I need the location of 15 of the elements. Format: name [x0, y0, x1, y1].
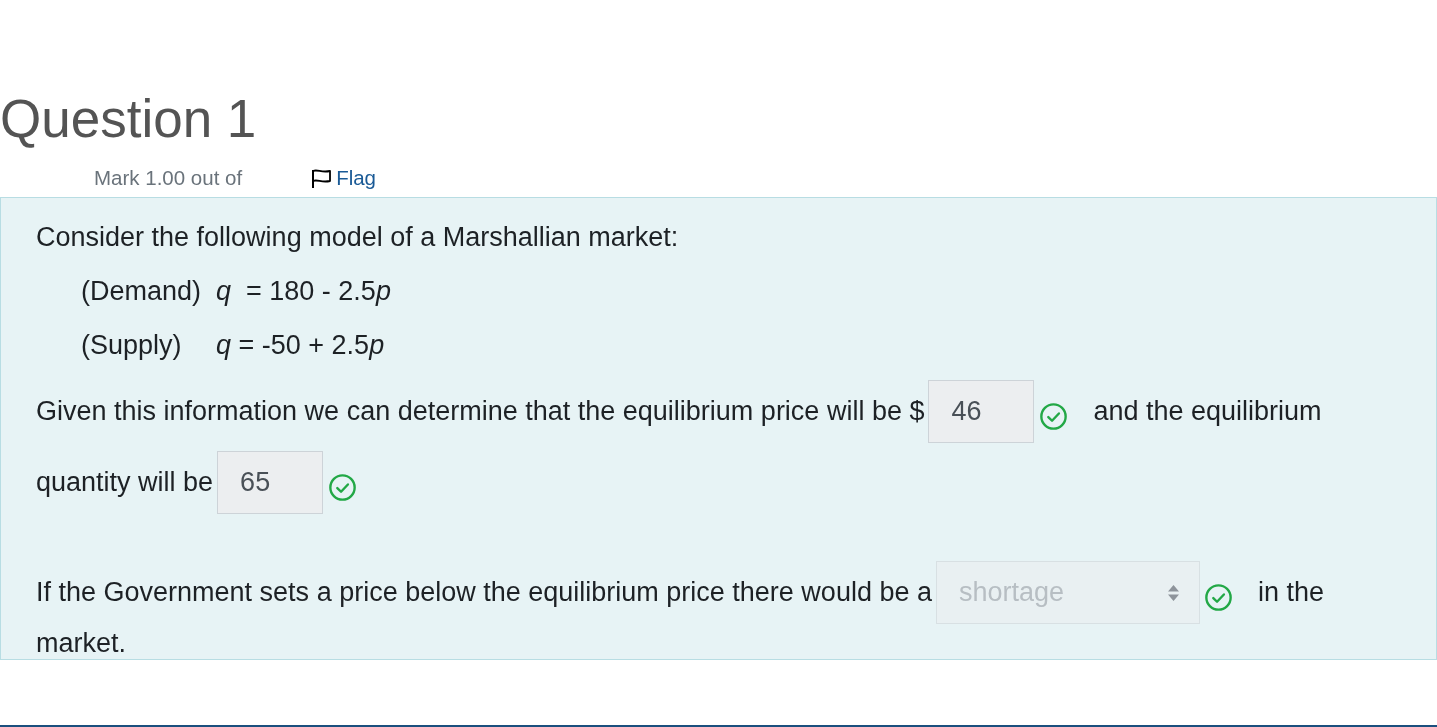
question-text: Consider the following model of a Marshallian market:: [36, 221, 679, 254]
flag-link[interactable]: Flag: [311, 166, 377, 190]
question-text: quantity will be: [36, 467, 214, 498]
question-text: If the Government sets a price below the equilibrium price there would be a: [36, 577, 932, 608]
equation-label: (Supply): [81, 329, 182, 362]
question-text: and the equilibrium: [1093, 396, 1322, 427]
equation-label: (Demand): [81, 275, 202, 308]
question-text: market.: [36, 628, 127, 659]
equation-formula: q = -50 + 2.5p: [216, 329, 385, 362]
question-text: Given this information we can determine that the equilibrium price will be $: [36, 396, 925, 427]
mark-text: Mark 1.00 out of: [94, 166, 243, 190]
question-title: Question 1: [0, 88, 257, 150]
equation-formula: q = 180 - 2.5p: [216, 275, 391, 308]
sort-caret-icon: [1167, 583, 1180, 602]
question-text: in the: [1258, 577, 1325, 608]
